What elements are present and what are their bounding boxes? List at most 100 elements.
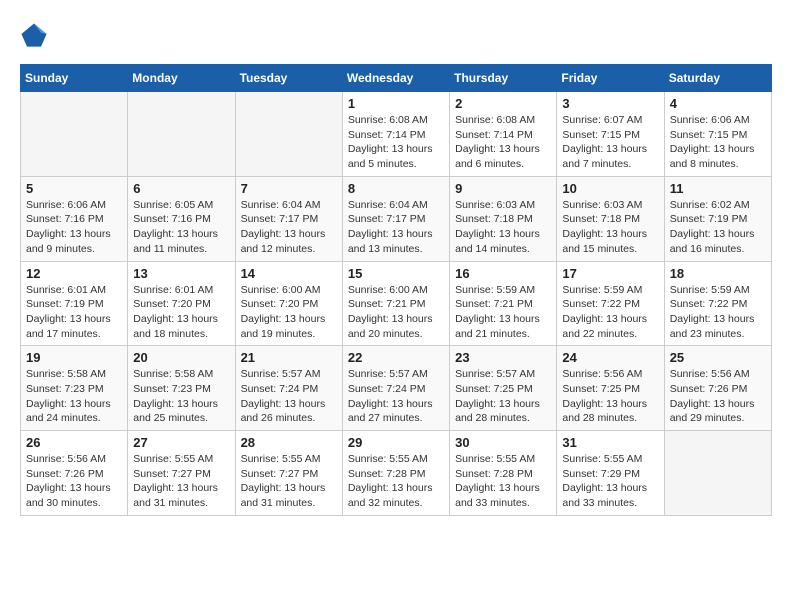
day-number: 5 xyxy=(26,181,122,196)
day-info: Sunrise: 6:04 AMSunset: 7:17 PMDaylight:… xyxy=(348,198,444,257)
weekday-header-tuesday: Tuesday xyxy=(235,65,342,92)
day-info: Sunrise: 5:55 AMSunset: 7:28 PMDaylight:… xyxy=(348,452,444,511)
day-number: 9 xyxy=(455,181,551,196)
page-header xyxy=(20,20,772,48)
day-number: 31 xyxy=(562,435,658,450)
day-cell: 27 Sunrise: 5:55 AMSunset: 7:27 PMDayligh… xyxy=(128,431,235,516)
day-info: Sunrise: 6:00 AMSunset: 7:20 PMDaylight:… xyxy=(241,283,337,342)
day-number: 12 xyxy=(26,266,122,281)
day-number: 28 xyxy=(241,435,337,450)
calendar-table: SundayMondayTuesdayWednesdayThursdayFrid… xyxy=(20,64,772,516)
day-info: Sunrise: 5:58 AMSunset: 7:23 PMDaylight:… xyxy=(26,367,122,426)
weekday-header-row: SundayMondayTuesdayWednesdayThursdayFrid… xyxy=(21,65,772,92)
day-cell: 4Sunrise: 6:06 AMSunset: 7:15 PMDaylight… xyxy=(664,92,771,177)
day-cell: 24Sunrise: 5:56 AMSunset: 7:25 PMDayligh… xyxy=(557,346,664,431)
day-number: 13 xyxy=(133,266,229,281)
day-cell: 10 Sunrise: 6:03 AMSunset: 7:18 PMDayligh… xyxy=(557,176,664,261)
day-info: Sunrise: 6:01 AMSunset: 7:20 PMDaylight:… xyxy=(133,283,229,342)
day-info: Sunrise: 5:55 AMSunset: 7:29 PMDaylight:… xyxy=(562,452,658,511)
day-info: Sunrise: 5:57 AMSunset: 7:24 PMDaylight:… xyxy=(348,367,444,426)
weekday-header-monday: Monday xyxy=(128,65,235,92)
day-number: 7 xyxy=(241,181,337,196)
day-info: Sunrise: 6:00 AMSunset: 7:21 PMDaylight:… xyxy=(348,283,444,342)
day-number: 16 xyxy=(455,266,551,281)
weekday-header-thursday: Thursday xyxy=(450,65,557,92)
day-number: 14 xyxy=(241,266,337,281)
day-cell: 22 Sunrise: 5:57 AMSunset: 7:24 PMDayligh… xyxy=(342,346,449,431)
day-info: Sunrise: 5:56 AMSunset: 7:26 PMDaylight:… xyxy=(670,367,766,426)
day-cell: 14 Sunrise: 6:00 AMSunset: 7:20 PMDayligh… xyxy=(235,261,342,346)
day-cell: 19 Sunrise: 5:58 AMSunset: 7:23 PMDayligh… xyxy=(21,346,128,431)
day-cell: 25Sunrise: 5:56 AMSunset: 7:26 PMDayligh… xyxy=(664,346,771,431)
day-cell xyxy=(128,92,235,177)
day-cell: 31 Sunrise: 5:55 AMSunset: 7:29 PMDayligh… xyxy=(557,431,664,516)
day-number: 23 xyxy=(455,350,551,365)
week-row-1: 1 Sunrise: 6:08 AMSunset: 7:14 PMDaylight… xyxy=(21,92,772,177)
day-cell xyxy=(664,431,771,516)
day-number: 17 xyxy=(562,266,658,281)
day-cell: 1Sunrise: 6:08 AMSunset: 7:14 PMDaylight… xyxy=(342,92,449,177)
day-cell: 15 Sunrise: 6:00 AMSunset: 7:21 PMDayligh… xyxy=(342,261,449,346)
day-info: Sunrise: 6:08 AMSunset: 7:14 PMDaylight:… xyxy=(455,113,551,172)
day-number: 24 xyxy=(562,350,658,365)
day-info: Sunrise: 6:07 AMSunset: 7:15 PMDaylight:… xyxy=(562,113,658,172)
day-cell: 20 Sunrise: 5:58 AMSunset: 7:23 PMDayligh… xyxy=(128,346,235,431)
day-cell: 29 Sunrise: 5:55 AMSunset: 7:28 PMDayligh… xyxy=(342,431,449,516)
day-cell: 28Sunrise: 5:55 AMSunset: 7:27 PMDayligh… xyxy=(235,431,342,516)
day-cell: 2 Sunrise: 6:08 AMSunset: 7:14 PMDaylight… xyxy=(450,92,557,177)
calendar-header: SundayMondayTuesdayWednesdayThursdayFrid… xyxy=(21,65,772,92)
day-number: 26 xyxy=(26,435,122,450)
day-cell: 11 Sunrise: 6:02 AMSunset: 7:19 PMDayligh… xyxy=(664,176,771,261)
day-cell: 3 Sunrise: 6:07 AMSunset: 7:15 PMDaylight… xyxy=(557,92,664,177)
day-number: 2 xyxy=(455,96,551,111)
day-info: Sunrise: 5:57 AMSunset: 7:25 PMDaylight:… xyxy=(455,367,551,426)
day-info: Sunrise: 5:57 AMSunset: 7:24 PMDaylight:… xyxy=(241,367,337,426)
week-row-2: 5 Sunrise: 6:06 AMSunset: 7:16 PMDaylight… xyxy=(21,176,772,261)
week-row-5: 26Sunrise: 5:56 AMSunset: 7:26 PMDayligh… xyxy=(21,431,772,516)
day-info: Sunrise: 6:06 AMSunset: 7:15 PMDaylight:… xyxy=(670,113,766,172)
day-info: Sunrise: 6:03 AMSunset: 7:18 PMDaylight:… xyxy=(562,198,658,257)
day-number: 8 xyxy=(348,181,444,196)
day-cell: 6 Sunrise: 6:05 AMSunset: 7:16 PMDaylight… xyxy=(128,176,235,261)
day-cell xyxy=(235,92,342,177)
weekday-header-sunday: Sunday xyxy=(21,65,128,92)
day-number: 3 xyxy=(562,96,658,111)
day-number: 27 xyxy=(133,435,229,450)
calendar-body: 1 Sunrise: 6:08 AMSunset: 7:14 PMDaylight… xyxy=(21,92,772,516)
day-number: 15 xyxy=(348,266,444,281)
day-info: Sunrise: 5:55 AMSunset: 7:27 PMDaylight:… xyxy=(133,452,229,511)
weekday-header-friday: Friday xyxy=(557,65,664,92)
day-cell: 12Sunrise: 6:01 AMSunset: 7:19 PMDayligh… xyxy=(21,261,128,346)
day-info: Sunrise: 6:02 AMSunset: 7:19 PMDaylight:… xyxy=(670,198,766,257)
day-number: 18 xyxy=(670,266,766,281)
day-info: Sunrise: 5:59 AMSunset: 7:22 PMDaylight:… xyxy=(670,283,766,342)
day-number: 22 xyxy=(348,350,444,365)
week-row-4: 19 Sunrise: 5:58 AMSunset: 7:23 PMDayligh… xyxy=(21,346,772,431)
logo-icon xyxy=(20,20,48,48)
day-cell xyxy=(21,92,128,177)
day-info: Sunrise: 6:06 AMSunset: 7:16 PMDaylight:… xyxy=(26,198,122,257)
day-number: 19 xyxy=(26,350,122,365)
day-info: Sunrise: 5:58 AMSunset: 7:23 PMDaylight:… xyxy=(133,367,229,426)
day-cell: 21 Sunrise: 5:57 AMSunset: 7:24 PMDayligh… xyxy=(235,346,342,431)
day-cell: 9 Sunrise: 6:03 AMSunset: 7:18 PMDaylight… xyxy=(450,176,557,261)
day-cell: 26Sunrise: 5:56 AMSunset: 7:26 PMDayligh… xyxy=(21,431,128,516)
day-cell: 8 Sunrise: 6:04 AMSunset: 7:17 PMDaylight… xyxy=(342,176,449,261)
day-cell: 30 Sunrise: 5:55 AMSunset: 7:28 PMDayligh… xyxy=(450,431,557,516)
day-cell: 16 Sunrise: 5:59 AMSunset: 7:21 PMDayligh… xyxy=(450,261,557,346)
day-cell: 18 Sunrise: 5:59 AMSunset: 7:22 PMDayligh… xyxy=(664,261,771,346)
logo xyxy=(20,20,52,48)
day-info: Sunrise: 6:05 AMSunset: 7:16 PMDaylight:… xyxy=(133,198,229,257)
day-number: 21 xyxy=(241,350,337,365)
day-number: 1 xyxy=(348,96,444,111)
day-number: 29 xyxy=(348,435,444,450)
day-number: 30 xyxy=(455,435,551,450)
weekday-header-saturday: Saturday xyxy=(664,65,771,92)
day-info: Sunrise: 6:03 AMSunset: 7:18 PMDaylight:… xyxy=(455,198,551,257)
day-info: Sunrise: 5:55 AMSunset: 7:28 PMDaylight:… xyxy=(455,452,551,511)
day-number: 20 xyxy=(133,350,229,365)
day-info: Sunrise: 5:59 AMSunset: 7:21 PMDaylight:… xyxy=(455,283,551,342)
day-number: 6 xyxy=(133,181,229,196)
day-number: 10 xyxy=(562,181,658,196)
day-number: 11 xyxy=(670,181,766,196)
